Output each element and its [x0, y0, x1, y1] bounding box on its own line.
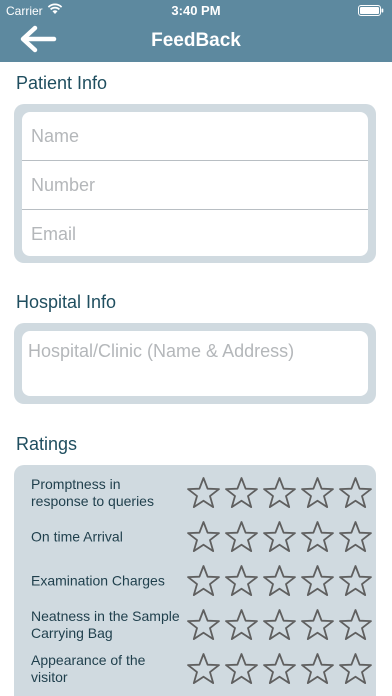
- status-time: 3:40 PM: [171, 3, 221, 18]
- star-icon[interactable]: [224, 608, 259, 643]
- star-icon[interactable]: [338, 564, 373, 599]
- star-icon[interactable]: [262, 520, 297, 555]
- rating-row: Promptness in response to queries: [14, 471, 376, 515]
- name-field[interactable]: [22, 125, 368, 147]
- ratings-card: Promptness in response to queries On time…: [14, 465, 376, 696]
- star-rating-control: [186, 564, 373, 599]
- hospital-clinic-field[interactable]: [22, 331, 383, 401]
- star-icon[interactable]: [224, 564, 259, 599]
- star-icon[interactable]: [300, 564, 335, 599]
- nav-header: Carrier 3:40 PM FeedBack: [0, 0, 392, 62]
- star-rating-control: [186, 520, 373, 555]
- rating-label: Examination Charges: [31, 572, 165, 589]
- star-icon[interactable]: [186, 564, 221, 599]
- star-icon[interactable]: [262, 564, 297, 599]
- star-icon[interactable]: [186, 608, 221, 643]
- star-icon[interactable]: [186, 476, 221, 511]
- patient-info-heading: Patient Info: [16, 73, 108, 93]
- star-icon[interactable]: [338, 652, 373, 687]
- battery-icon: [358, 5, 384, 16]
- star-icon[interactable]: [262, 652, 297, 687]
- rating-label: Neatness in the Sample Carrying Bag: [31, 608, 180, 641]
- star-icon[interactable]: [300, 520, 335, 555]
- hospital-info-card: [14, 323, 383, 404]
- rating-row: Appearance of the visitor: [14, 647, 376, 691]
- email-field-row: [22, 210, 368, 258]
- star-icon[interactable]: [300, 652, 335, 687]
- patient-info-card: [14, 104, 376, 263]
- star-icon[interactable]: [300, 608, 335, 643]
- rating-row: On time Arrival: [14, 515, 376, 559]
- star-icon[interactable]: [338, 608, 373, 643]
- rating-label: On time Arrival: [31, 528, 123, 545]
- patient-info-form: [22, 112, 368, 256]
- number-field-row: [22, 161, 368, 210]
- star-icon[interactable]: [338, 520, 373, 555]
- rating-label: Promptness in response to queries: [31, 476, 154, 509]
- name-field-row: [22, 112, 368, 161]
- hospital-info-heading: Hospital Info: [16, 292, 117, 312]
- star-icon[interactable]: [262, 476, 297, 511]
- star-rating-control: [186, 476, 373, 511]
- hospital-field-box: [22, 331, 383, 401]
- star-icon[interactable]: [186, 520, 221, 555]
- star-icon[interactable]: [186, 652, 221, 687]
- ratings-heading: Ratings: [16, 434, 78, 454]
- page-title: FeedBack: [151, 30, 241, 51]
- feedback-screen: Carrier 3:40 PM FeedBack Patient Info Na…: [0, 0, 392, 696]
- star-icon[interactable]: [262, 608, 297, 643]
- number-field[interactable]: [22, 174, 368, 196]
- star-icon[interactable]: [224, 476, 259, 511]
- star-icon[interactable]: [300, 476, 335, 511]
- rating-row: Examination Charges: [14, 559, 376, 603]
- star-rating-control: [186, 652, 373, 687]
- rating-label: Appearance of the visitor: [31, 652, 146, 685]
- star-icon[interactable]: [224, 652, 259, 687]
- status-bar: Carrier 3:40 PM: [0, 0, 392, 20]
- star-rating-control: [186, 608, 373, 643]
- star-icon[interactable]: [224, 520, 259, 555]
- star-icon[interactable]: [338, 476, 373, 511]
- rating-row: Neatness in the Sample Carrying Bag: [14, 603, 376, 647]
- email-field[interactable]: [22, 223, 368, 245]
